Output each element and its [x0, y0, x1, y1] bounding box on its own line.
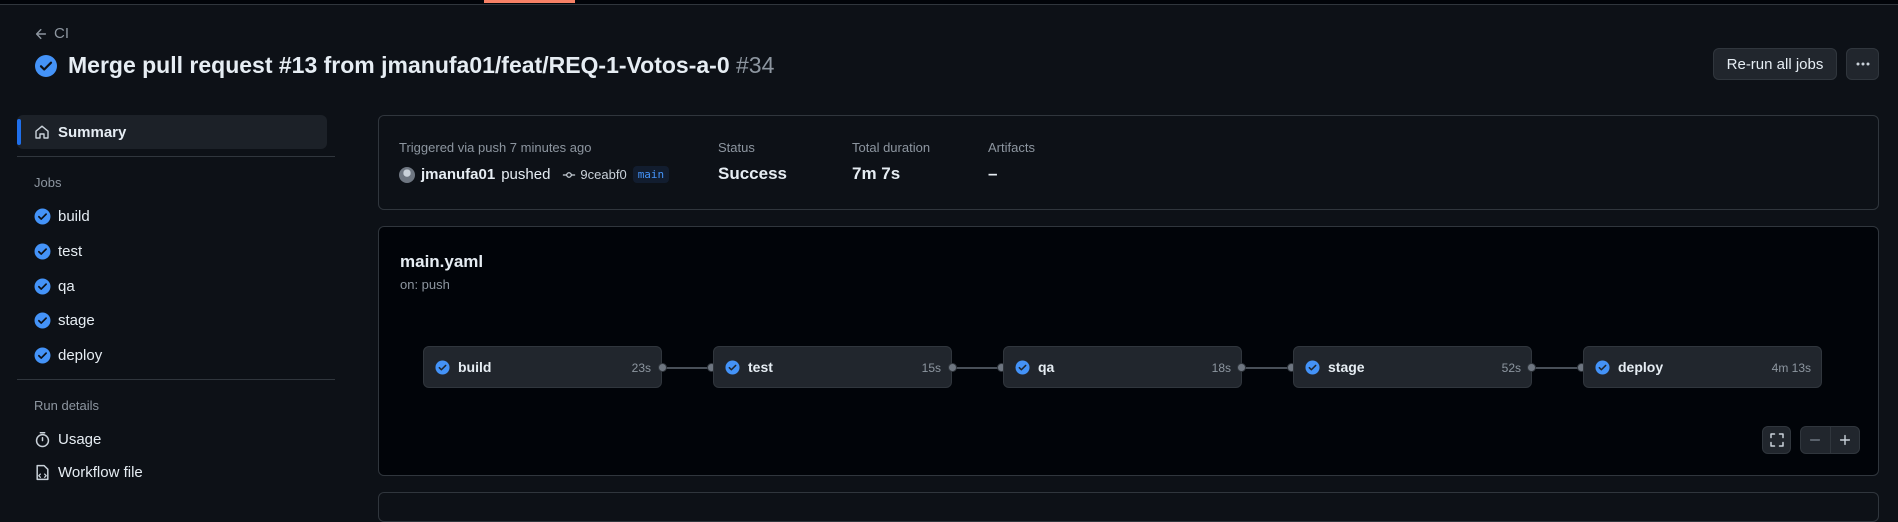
top-navigation-bar [0, 0, 1898, 5]
job-port [1237, 363, 1246, 372]
page-title-row: Merge pull request #13 from jmanufa01/fe… [34, 52, 774, 79]
actor-username[interactable]: jmanufa01 [421, 166, 495, 183]
sidebar-item-label: test [58, 242, 83, 260]
job-duration: 15s [921, 361, 941, 375]
git-commit-icon [563, 171, 576, 178]
home-icon [35, 125, 49, 139]
fullscreen-button[interactable] [1762, 426, 1791, 454]
back-to-workflow-link[interactable]: CI [34, 25, 69, 42]
sidebar-item-workflow-file[interactable]: Workflow file [17, 457, 327, 487]
job-name: deploy [1618, 359, 1664, 375]
job-connector [954, 367, 1003, 369]
sidebar-item-test[interactable]: test [17, 236, 327, 266]
job-node-test[interactable]: test 15s [713, 346, 952, 388]
job-name: test [748, 359, 773, 375]
run-title: Merge pull request #13 from jmanufa01/fe… [68, 52, 730, 78]
back-link-label: CI [54, 25, 69, 42]
job-duration: 52s [1501, 361, 1521, 375]
check-circle-fill-icon [1595, 360, 1610, 375]
check-circle-fill-icon [1015, 360, 1030, 375]
check-circle-fill-icon [34, 278, 51, 294]
stopwatch-icon [35, 431, 50, 447]
sidebar-divider [17, 156, 335, 157]
sidebar-item-label: Usage [58, 430, 102, 448]
arrow-left-icon [35, 28, 47, 39]
active-indicator [17, 119, 21, 145]
sidebar-item-deploy[interactable]: deploy [17, 340, 327, 370]
sidebar-item-usage[interactable]: Usage [17, 424, 327, 454]
zoom-out-button[interactable] [1801, 427, 1830, 453]
job-duration: 23s [631, 361, 651, 375]
job-node-stage[interactable]: stage 52s [1293, 346, 1532, 388]
sidebar-item-label: qa [58, 277, 75, 295]
sidebar-item-qa[interactable]: qa [17, 271, 327, 301]
job-node-qa[interactable]: qa 18s [1003, 346, 1242, 388]
job-node-deploy[interactable]: deploy 4m 13s [1583, 346, 1822, 388]
job-port [948, 363, 957, 372]
sidebar-item-build[interactable]: build [17, 201, 327, 231]
jobs-heading: Jobs [34, 175, 62, 190]
job-name: qa [1038, 359, 1055, 375]
job-duration: 18s [1211, 361, 1231, 375]
rerun-all-jobs-button[interactable]: Re-run all jobs [1713, 48, 1837, 80]
job-duration: 4m 13s [1771, 361, 1811, 375]
check-circle-fill-icon [35, 54, 57, 77]
trigger-label: Triggered via push 7 minutes ago [399, 140, 592, 155]
run-details-heading: Run details [34, 398, 100, 413]
sidebar-item-stage[interactable]: stage [17, 305, 327, 335]
more-actions-button[interactable] [1846, 48, 1879, 80]
annotations-card [378, 492, 1879, 522]
status-value: Success [718, 164, 787, 183]
job-port [1527, 363, 1536, 372]
sidebar-item-label: Summary [58, 123, 127, 141]
check-circle-fill-icon [34, 312, 51, 328]
job-connector [664, 367, 713, 369]
workflow-graph-card: main.yaml on: push build 23s test 15s qa… [378, 226, 1879, 476]
job-port [658, 363, 667, 372]
run-summary-card: Triggered via push 7 minutes ago jmanufa… [378, 115, 1879, 210]
duration-label: Total duration [852, 140, 931, 155]
branch-label[interactable]: main [632, 166, 670, 183]
commit-link[interactable]: 9ceabf0 [562, 167, 627, 182]
sidebar-item-label: Workflow file [58, 463, 143, 481]
sidebar-divider [17, 379, 335, 380]
sidebar-item-label: deploy [58, 346, 103, 364]
sidebar-item-label: stage [58, 311, 95, 329]
page-title: Merge pull request #13 from jmanufa01/fe… [68, 52, 774, 79]
sidebar-item-label: build [58, 207, 90, 225]
workflow-file-name: main.yaml [400, 252, 484, 271]
zoom-controls [1800, 426, 1860, 454]
check-circle-fill-icon [435, 360, 450, 375]
job-connector [1243, 367, 1293, 369]
artifacts-label: Artifacts [988, 140, 1035, 155]
run-number: #34 [736, 52, 775, 78]
duration-value: 7m 7s [852, 164, 901, 183]
status-label: Status [718, 140, 755, 155]
check-circle-fill-icon [34, 243, 51, 259]
dash-icon [1810, 439, 1821, 441]
job-connector [1533, 367, 1583, 369]
check-circle-fill-icon [34, 347, 51, 363]
sidebar-item-summary[interactable]: Summary [17, 115, 327, 149]
zoom-in-button[interactable] [1829, 427, 1860, 453]
artifacts-value: – [988, 164, 998, 183]
plus-icon [1839, 434, 1850, 446]
check-circle-fill-icon [1305, 360, 1320, 375]
trigger-detail: jmanufa01 pushed 9ceabf0 main [399, 166, 670, 183]
active-tab-underline [484, 0, 575, 3]
avatar[interactable] [399, 166, 415, 183]
screen-full-icon [1769, 433, 1784, 447]
kebab-horizontal-icon [1856, 62, 1869, 66]
check-circle-fill-icon [725, 360, 740, 375]
trigger-action: pushed [501, 166, 551, 183]
check-circle-fill-icon [34, 208, 51, 224]
job-name: stage [1328, 359, 1365, 375]
job-name: build [458, 359, 492, 375]
file-icon [36, 464, 49, 480]
commit-sha: 9ceabf0 [580, 167, 627, 182]
workflow-trigger: on: push [400, 277, 450, 292]
job-node-build[interactable]: build 23s [423, 346, 662, 388]
